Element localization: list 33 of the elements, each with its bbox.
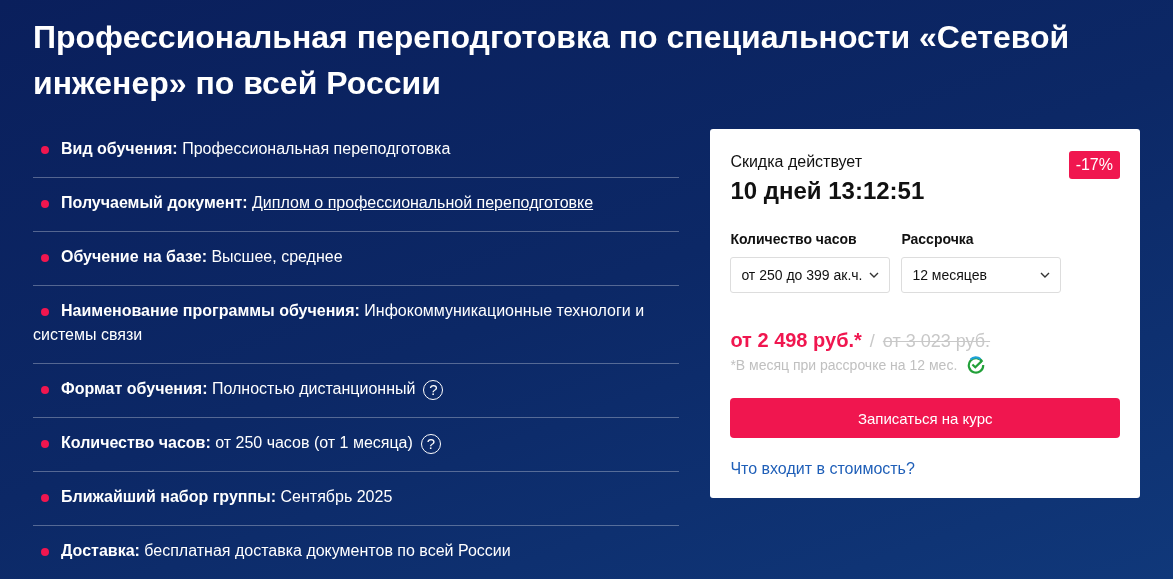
feature-text: Наименование программы обучения: Инфокоммуникационные технологи и системы связи <box>33 301 646 345</box>
bullet-icon <box>41 547 49 556</box>
countdown-timer: 10 дней 13:12:51 <box>730 177 925 205</box>
bullet-icon <box>41 307 49 316</box>
feature-text: Формат обучения: Полностью дистанционный ? <box>33 377 680 401</box>
installment-note: *В месяц при рассрочке на 12 мес. <box>730 357 958 373</box>
dropdown[interactable]: 12 месяцев <box>901 257 1062 293</box>
price: от 2 498 руб.* <box>730 329 862 352</box>
bullet-icon <box>41 253 49 262</box>
check-circle-icon <box>967 356 986 374</box>
page-title: Профессиональная переподготовка по специальности «Сетевой инженер» по всей России <box>33 18 1071 103</box>
discount-badge: -17% <box>1068 151 1120 179</box>
feature-text: Доставка: бесплатная доставка документов по всей России <box>33 539 680 563</box>
bullet-icon <box>41 439 49 448</box>
feature-text: Обучение на базе: Высшее, среднее <box>33 245 680 269</box>
feature-text: Получаемый документ: Диплом о профессиональной переподготовке <box>33 191 680 215</box>
document-link[interactable]: Диплом о профессиональной переподготовке <box>252 194 594 211</box>
price-info-link[interactable]: Что входит в стоимость? <box>730 460 915 478</box>
feature-text: Ближайший набор группы: Сентябрь 2025 <box>33 485 680 509</box>
select-label: Рассрочка <box>901 231 975 247</box>
select-label: Количество часов <box>730 231 858 247</box>
dropdown[interactable]: от 250 до 399 ак.ч. <box>730 257 891 293</box>
chevron-down-icon <box>869 272 880 278</box>
bullet-icon <box>41 385 49 394</box>
discount-label: Скидка действует <box>730 152 864 172</box>
feature-text: Вид обучения: Профессиональная переподготовка <box>33 137 680 161</box>
chevron-down-icon <box>1040 272 1051 278</box>
bullet-icon <box>41 199 49 208</box>
enroll-button[interactable]: Записаться на курс <box>730 398 1120 438</box>
bullet-icon <box>41 493 49 502</box>
bullet-icon <box>41 145 49 154</box>
feature-text: Количество часов: от 250 часов (от 1 месяца) ? <box>33 431 680 455</box>
price-separator: / <box>869 331 875 352</box>
